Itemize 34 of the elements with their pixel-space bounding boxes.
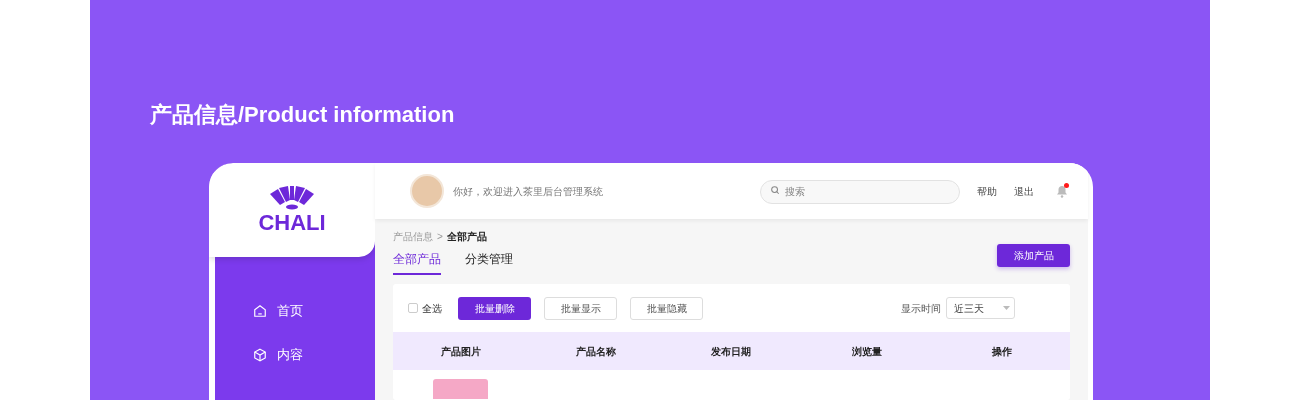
home-icon xyxy=(253,304,267,318)
search-icon xyxy=(770,185,780,196)
time-filter-label: 显示时间 xyxy=(901,301,941,316)
tab[interactable]: 全部产品 xyxy=(393,250,441,275)
logo-text: CHALI xyxy=(258,212,326,234)
select-all-label: 全选 xyxy=(422,301,442,316)
header-link[interactable]: 帮助 xyxy=(977,183,997,199)
bell-icon[interactable] xyxy=(1056,184,1068,198)
tab[interactable]: 分类管理 xyxy=(465,250,513,275)
breadcrumb-item: 全部产品 xyxy=(446,230,487,244)
time-select[interactable]: 近三天 xyxy=(946,297,1015,319)
column-header: 产品名称 xyxy=(576,344,617,359)
cube-icon xyxy=(253,348,267,362)
batch-button[interactable]: 批量删除 xyxy=(458,296,531,320)
column-header: 产品图片 xyxy=(440,344,481,359)
batch-button[interactable]: 批量隐藏 xyxy=(630,296,703,320)
avatar xyxy=(410,174,444,208)
header-link[interactable]: 退出 xyxy=(1014,183,1034,199)
column-header: 浏览量 xyxy=(851,344,882,359)
greeting-text: 你好，欢迎进入茶里后台管理系统 xyxy=(453,184,603,199)
fan-logo-icon xyxy=(268,186,316,210)
select-value: 近三天 xyxy=(954,301,984,316)
search-field[interactable]: 搜索 xyxy=(760,179,960,204)
photo-placeholder xyxy=(433,379,489,399)
column-header: 操作 xyxy=(992,344,1013,359)
sidebar-item[interactable]: 首页 xyxy=(253,302,375,320)
breadcrumb-separator: > xyxy=(437,230,443,244)
checkbox[interactable] xyxy=(408,303,418,313)
add-product-button[interactable]: 添加产品 xyxy=(997,244,1070,267)
caret-icon xyxy=(1003,306,1010,310)
batch-button[interactable]: 批量显示 xyxy=(544,296,617,320)
page-title: 产品信息/Product information xyxy=(150,101,455,129)
column-header: 发布日期 xyxy=(711,344,752,359)
sidebar-item[interactable]: 内容 xyxy=(253,346,375,364)
